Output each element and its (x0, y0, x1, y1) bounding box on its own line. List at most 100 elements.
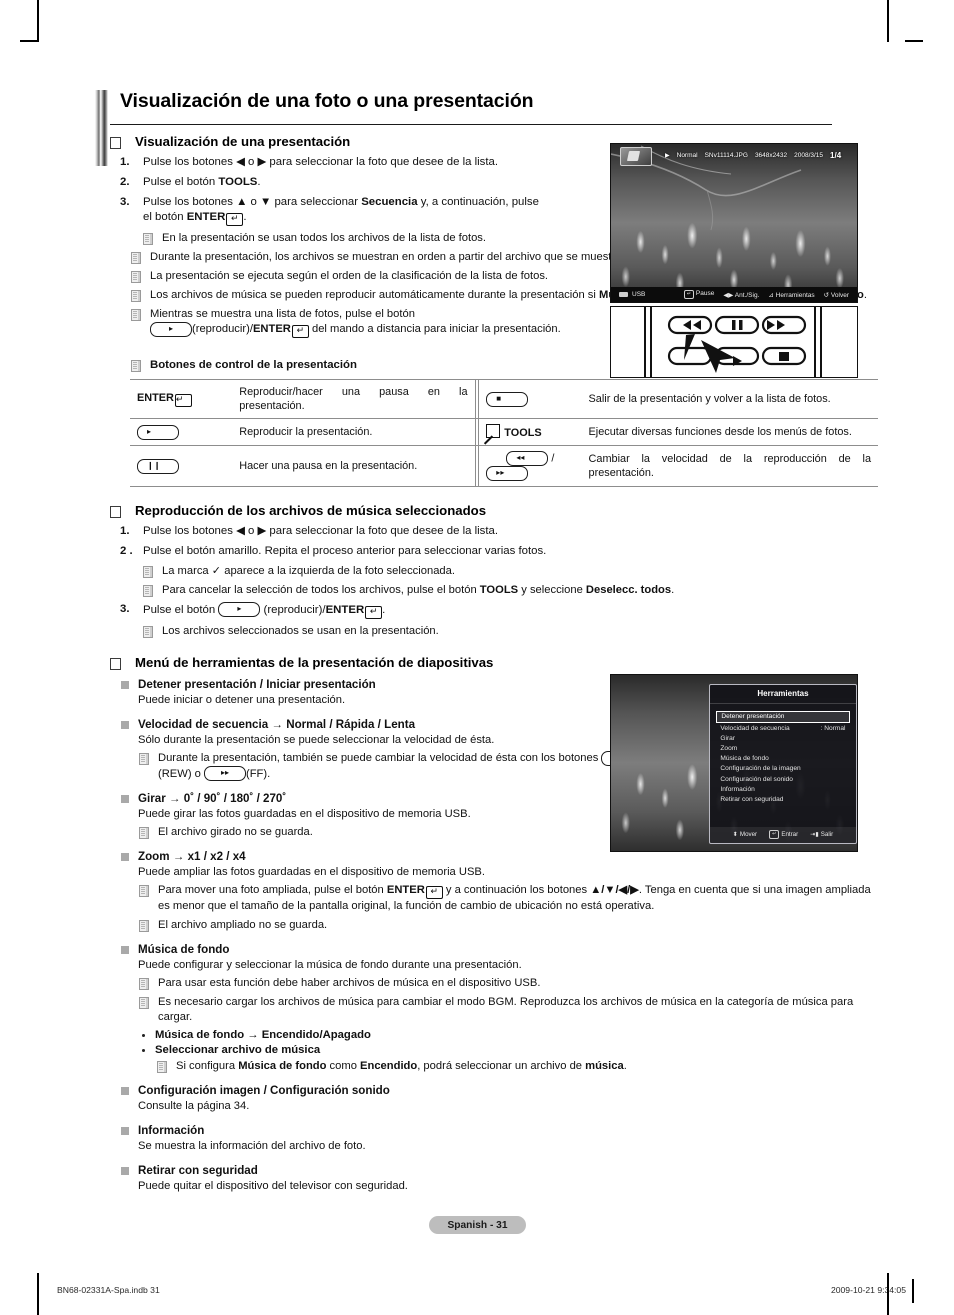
enter-icon: ↵ (365, 605, 383, 619)
note-icon (139, 826, 149, 839)
photo-viewer-screenshot: ▶ Normal SNv11114.JPG 3648x2432 2008/3/1… (610, 143, 858, 303)
tools-item-picture-sound-settings: Configuración imagen / Configuración son… (110, 1084, 885, 1097)
branch-overlay-icon (611, 145, 802, 231)
osd-menu-item-zoom[interactable]: Zoom (716, 743, 849, 753)
table-row: ❙❙ Hacer una pausa en la presentación. ◂… (130, 445, 878, 488)
osd-menu-item-safe-remove[interactable]: Retirar con seguridad (716, 794, 849, 804)
tools-menu-screenshot: Herramientas Detener presentación Veloci… (610, 674, 858, 852)
remote-control-diagram (610, 306, 858, 378)
tools-item-title: Zoom → x1 / x2 / x4 (138, 849, 246, 863)
music-note-2: Para cancelar la selección de todos los … (142, 583, 885, 598)
osd-menu-item-speed[interactable]: Velocidad de secuencia: Normal (716, 723, 849, 733)
note-text: Es necesario cargar los archivos de músi… (158, 995, 854, 1023)
return-icon: ↺ (823, 291, 830, 299)
left-right-arrows-icon: ◀▶ (723, 291, 734, 299)
rewind-key-icon: ◂◂ (506, 451, 549, 467)
step-text: Pulse el botón amarillo. Repita el proce… (143, 545, 547, 558)
hint-prev-next: ◀▶ Ant./Sig. (723, 291, 760, 299)
tools-note: El archivo ampliado no se guarda. (138, 918, 885, 933)
tools-note: Es necesario cargar los archivos de músi… (138, 995, 885, 1025)
photo-osd-top-bar: ▶ Normal SNv11114.JPG 3648x2432 2008/3/1… (611, 144, 857, 166)
note-text: El archivo girado no se guarda. (158, 825, 313, 838)
note-icon (139, 884, 149, 897)
hint-return: ↺ Volver (823, 291, 849, 299)
footer-rule (912, 1279, 914, 1303)
step-number: 3. (120, 196, 130, 208)
crop-mark-bottom-left (37, 1273, 39, 1315)
photo-counter: 1/4 (830, 150, 842, 160)
play-key-icon: ▸ (150, 322, 192, 337)
hint-move: ⬍ Mover (732, 830, 758, 838)
tools-label: TOOLS (504, 427, 542, 440)
note-text: Para mover una foto ampliada, pulse el b… (158, 883, 871, 912)
note-text: Si configura Música de fondo como Encend… (176, 1059, 627, 1072)
step-text: Pulse el botón TOOLS. (143, 176, 261, 188)
tools-item-title: Configuración imagen / Configuración son… (138, 1083, 390, 1097)
enter-icon: ↵ (226, 213, 244, 226)
key-enter-cell: ENTER ↵ (130, 379, 233, 420)
tools-item-information: Información (110, 1124, 885, 1137)
note-icon (139, 752, 149, 765)
desc-cell: Reproducir la presentación. (232, 418, 476, 447)
fastforward-key-icon: ▸▸ (204, 766, 246, 782)
stop-key-icon: ■ (486, 391, 529, 407)
footer-timestamp: 2009-10-21 9:34:05 (830, 1285, 906, 1295)
exit-icon: ⇥▮ (810, 830, 819, 838)
filled-square-bullet-icon (121, 1166, 129, 1175)
step-text: Pulse los botones ◀ o ▶ para seleccionar… (143, 525, 499, 538)
crop-mark-top-left (37, 0, 39, 42)
note-text: Para cancelar la selección de todos los … (162, 584, 675, 597)
usb-icon (619, 292, 628, 297)
heading-tools-label: Menú de herramientas de la presentación … (135, 654, 494, 670)
subitem-title: Música de fondo → Encendido/Apagado (155, 1028, 371, 1041)
tools-item-body: Puede configurar y seleccionar la música… (138, 958, 522, 971)
hint-tools: ⊿ Herramientas (768, 291, 815, 299)
tools-icon (486, 424, 501, 439)
tools-item-title: Detener presentación / Iniciar presentac… (138, 677, 376, 691)
tools-note: Durante la presentación, también se pued… (138, 750, 658, 782)
note-text: Para usar esta función debe haber archiv… (158, 976, 541, 989)
osd-menu-item-information[interactable]: Información (716, 784, 849, 794)
key-stop-cell: ■ (478, 379, 582, 420)
heading-slideshow-label: Visualización de una presentación (135, 134, 351, 149)
music-step-1: 1. Pulse los botones ◀ o ▶ para seleccio… (110, 524, 885, 539)
photo-osd-bottom-bar: USB ↵ Pause ◀▶ Ant./Sig. ⊿ Herramientas … (611, 287, 857, 302)
tools-note: Si configura Música de fondo como Encend… (156, 1059, 885, 1074)
enter-icon: ↵ (683, 290, 695, 299)
osd-menu-item-sound-settings[interactable]: Configuración del sonido (716, 774, 849, 784)
osd-menu-item-rotate[interactable]: Girar (716, 733, 849, 743)
play-key-icon: ▸ (137, 424, 179, 440)
filled-square-bullet-icon (121, 794, 129, 803)
source-indicator: USB (611, 291, 645, 298)
photo-filename: SNv11114.JPG (704, 151, 748, 159)
step-number: 3. (120, 603, 130, 616)
key-rew-ff-cell: ◂◂ / ▸▸ (478, 445, 582, 488)
note-icon (139, 919, 149, 932)
osd-menu-item-stop[interactable]: Detener presentación (716, 710, 850, 723)
key-tools-cell: TOOLS (478, 418, 582, 447)
step-number: 1. (120, 525, 130, 538)
note-icon (131, 309, 141, 321)
tools-item-title: Velocidad de secuencia → Normal / Rápida… (138, 717, 416, 731)
osd-tools-menu: Herramientas Detener presentación Veloci… (709, 683, 857, 844)
note-icon (131, 360, 141, 373)
tools-item-title: Información (138, 1123, 205, 1137)
heading-tools-menu: Menú de herramientas de la presentación … (110, 655, 885, 670)
note-text: La presentación se ejecuta según el orde… (150, 270, 549, 282)
crop-mark-top-right (887, 0, 889, 42)
title-divider (110, 124, 832, 126)
heading-music: Reproducción de los archivos de música s… (110, 503, 885, 519)
note-text: Durante la presentación, también se pued… (158, 750, 644, 782)
osd-menu-list: Detener presentación Velocidad de secuen… (710, 704, 855, 827)
note-icon (131, 252, 141, 264)
heading-music-label: Reproducción de los archivos de música s… (135, 503, 487, 519)
square-bullet-icon (110, 506, 121, 519)
tools-icon: ⊿ (768, 291, 774, 299)
osd-menu-item-picture-settings[interactable]: Configuración de la imagen (716, 764, 849, 774)
square-bullet-icon (110, 657, 121, 670)
desc-cell: Ejecutar diversas funciones desde los me… (581, 418, 878, 447)
music-step-3: 3. Pulse el botón ▸ (reproducir)/ENTER ↵. (110, 602, 885, 619)
dot-bullet-icon (142, 1048, 145, 1052)
note-icon (143, 625, 153, 638)
osd-menu-item-bgm[interactable]: Música de fondo (716, 754, 849, 764)
